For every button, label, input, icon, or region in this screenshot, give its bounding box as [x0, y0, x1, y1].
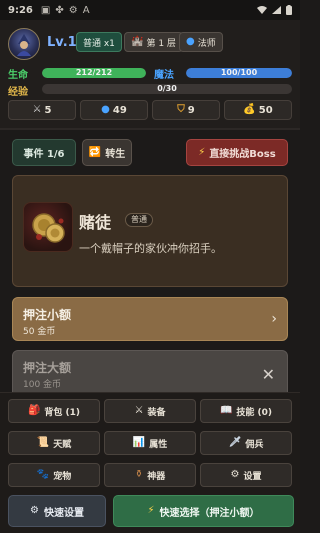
avatar[interactable] [8, 28, 40, 60]
menu-mercenary-label: 佣兵 [245, 439, 264, 450]
event-counter: 事件 1/6 [12, 139, 76, 166]
mage-avatar-icon [17, 34, 31, 56]
option-small-bet-title: 押注小额 [23, 308, 72, 322]
floor-label: 第 1 层 [146, 38, 176, 49]
gambler-icon [23, 202, 73, 252]
menu-artifact-button[interactable]: ⚱ 神器 [104, 463, 196, 487]
status-time: 9:26 [8, 4, 33, 16]
class-badge: ● 法师 [179, 32, 223, 52]
exp-text: 0/30 [157, 84, 177, 93]
swords-icon: ⚔ [134, 405, 144, 416]
paw-icon: 🐾 [36, 469, 50, 480]
menu-attributes-button[interactable]: 📊 属性 [104, 431, 196, 455]
menu-attributes-label: 属性 [149, 439, 168, 450]
a-icon: A [82, 4, 90, 16]
urn-icon: ⚱ [134, 469, 144, 480]
challenge-boss-button[interactable]: ⚡ 直接挑战Boss [186, 139, 288, 166]
menu-equipment-label: 装备 [147, 407, 166, 418]
event-rarity-tag: 普通 [125, 213, 153, 227]
book-icon: 📖 [219, 405, 233, 416]
chart-icon: 📊 [132, 437, 146, 448]
option-big-bet-title: 押注大额 [23, 361, 72, 375]
quick-select-label: 快速选择（押注小额） [159, 507, 260, 519]
menu-skills-label: 技能 (0) [236, 407, 273, 418]
menu-pet-button[interactable]: 🐾 宠物 [8, 463, 100, 487]
menu-pet-label: 宠物 [53, 471, 72, 482]
refresh-icon: 🔁 [88, 146, 102, 158]
app-icon: ✤ [55, 4, 64, 16]
stat-attack: ⚔ 5 [8, 100, 76, 120]
class-label: 法师 [197, 38, 216, 49]
event-card: 赌徒 普通 一个戴帽子的家伙冲你招手。 [12, 175, 288, 287]
option-big-bet-cost: 100 金币 [23, 380, 62, 390]
notification-icon: ⚙ [68, 4, 78, 16]
stat-gold: 💰 50 [224, 100, 292, 120]
option-big-bet[interactable]: 押注大额 100 金币 ✕ [12, 350, 288, 398]
gear-icon: ⚙ [30, 505, 39, 516]
event-counter-label: 事件 1/6 [23, 149, 65, 160]
floor-badge: 🏰 第 1 层 [124, 32, 183, 52]
mp-text: 100/100 [220, 68, 258, 77]
menu-talent-label: 天赋 [53, 439, 72, 450]
menu-artifact-label: 神器 [147, 471, 166, 482]
lightning-icon: ⚡ [147, 505, 155, 516]
castle-icon: 🏰 [131, 36, 144, 47]
close-icon: ✕ [261, 365, 275, 384]
menu-mercenary-button[interactable]: 🗡 佣兵 [200, 431, 292, 455]
stat-magic: ● 49 [80, 100, 148, 120]
gear-icon: ⚙ [230, 469, 240, 480]
quick-select-button[interactable]: ⚡ 快速选择（押注小额） [113, 495, 294, 527]
gallery-icon: ▣ [40, 4, 51, 16]
battery-icon [286, 5, 292, 15]
sword-icon: ⚔ [32, 104, 42, 115]
menu-settings-button[interactable]: ⚙ 设置 [200, 463, 292, 487]
gem-icon: ● [101, 104, 110, 115]
signal-icon [272, 6, 281, 14]
exp-bar: 0/30 [42, 84, 292, 94]
quick-settings-label: 快速设置 [43, 507, 84, 519]
blue-orb-icon: ● [186, 36, 195, 47]
money-bag-icon: 💰 [243, 104, 256, 115]
menu-settings-label: 设置 [243, 471, 262, 482]
menu-equipment-button[interactable]: ⚔ 装备 [104, 399, 196, 423]
option-small-bet[interactable]: 押注小额 50 金币 › [12, 297, 288, 341]
shield-icon: ⛉ [177, 104, 185, 115]
difficulty-label: 普通 x1 [83, 38, 115, 49]
player-panel: Lv.1 普通 x1 🏰 第 1 层 ● 法师 生命 212/212 魔法 10… [0, 20, 300, 128]
menu-skills-button[interactable]: 📖 技能 (0) [200, 399, 292, 423]
menu-backpack-button[interactable]: 🎒 背包 (1) [8, 399, 100, 423]
status-bar: 9:26 ▣ ✤ ⚙ A [0, 0, 300, 20]
divider [0, 128, 300, 130]
stats-row: ⚔ 5 ● 49 ⛉ 9 💰 50 [8, 100, 292, 120]
hp-bar: 212/212 [42, 68, 146, 78]
mp-bar: 100/100 [186, 68, 292, 78]
stat-magic-value: 49 [112, 104, 127, 116]
scroll-icon: 📜 [36, 437, 50, 448]
quick-settings-button[interactable]: ⚙ 快速设置 [8, 495, 106, 527]
exp-label: 经验 [8, 87, 28, 98]
option-small-bet-cost: 50 金币 [23, 327, 56, 337]
stat-defense-value: 9 [187, 104, 195, 116]
dagger-icon: 🗡 [228, 437, 242, 448]
backpack-icon: 🎒 [27, 405, 41, 416]
menu-backpack-label: 背包 (1) [44, 407, 81, 418]
stat-defense: ⛉ 9 [152, 100, 220, 120]
stat-attack-value: 5 [44, 104, 52, 116]
challenge-boss-label: 直接挑战Boss [209, 149, 276, 160]
difficulty-badge: 普通 x1 [76, 32, 122, 52]
mp-label: 魔法 [154, 70, 174, 81]
hp-text: 212/212 [75, 68, 113, 77]
event-description: 一个戴帽子的家伙冲你招手。 [79, 242, 222, 255]
lightning-icon: ⚡ [198, 146, 206, 158]
stat-gold-value: 50 [258, 104, 273, 116]
hp-label: 生命 [8, 70, 28, 81]
event-title: 赌徒 [79, 213, 112, 232]
rebirth-button[interactable]: 🔁 转生 [82, 139, 132, 166]
player-level: Lv.1 [47, 35, 77, 50]
chevron-right-icon: › [271, 311, 277, 327]
menu-talent-button[interactable]: 📜 天赋 [8, 431, 100, 455]
wifi-icon [257, 6, 267, 14]
rebirth-label: 转生 [105, 149, 126, 160]
